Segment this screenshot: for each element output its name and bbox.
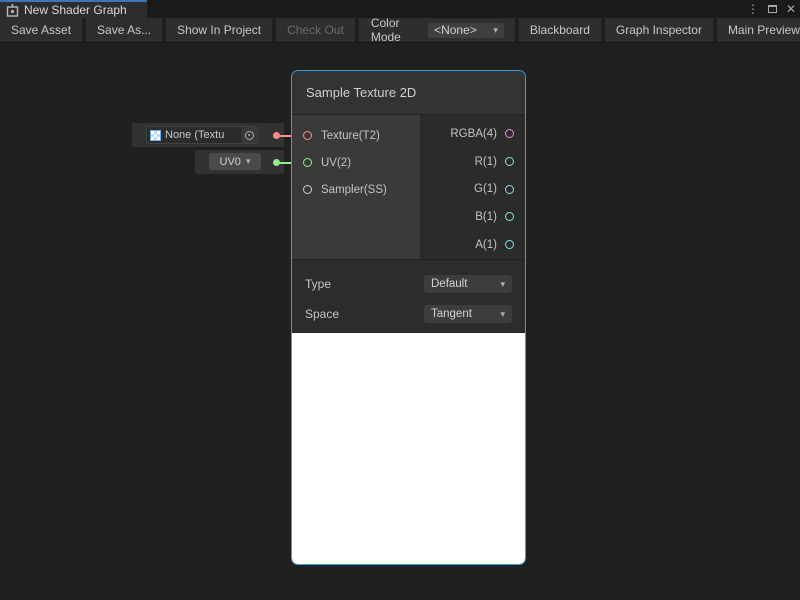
chevron-down-icon: ▾ — [500, 280, 505, 289]
node-controls-section: Type Default ▾ Space Tangent ▾ — [292, 260, 525, 333]
type-label: Type — [305, 277, 331, 291]
tab-label: New Shader Graph — [24, 3, 127, 17]
space-label: Space — [305, 307, 339, 321]
shader-graph-window: New Shader Graph ⋮ ✕ Save Asset Save As.… — [0, 0, 800, 600]
output-ports-column: RGBA(4) R(1) G(1) B(1) — [420, 115, 525, 259]
port-label: G(1) — [474, 183, 497, 195]
output-port-g[interactable] — [505, 185, 514, 194]
graph-canvas[interactable]: None (Textu UV0 ▾ Sample Texture 2D — [0, 43, 800, 600]
space-value: Tangent — [431, 308, 472, 320]
blackboard-button[interactable]: Blackboard — [519, 18, 601, 42]
texture-object-value: None (Textu — [165, 129, 240, 141]
texture-input-widget: None (Textu — [132, 123, 284, 147]
color-mode-label: Color Mode — [371, 16, 419, 44]
show-in-project-button[interactable]: Show In Project — [166, 18, 272, 42]
tab-new-shader-graph[interactable]: New Shader Graph — [0, 0, 147, 18]
type-value: Default — [431, 278, 467, 290]
output-port-row: R(1) — [420, 148, 525, 176]
input-port-sampler[interactable] — [303, 185, 312, 194]
node-preview — [292, 333, 525, 564]
port-label: Sampler(SS) — [321, 184, 387, 196]
port-label: RGBA(4) — [450, 128, 497, 140]
check-out-button: Check Out — [276, 18, 355, 42]
output-port-row: B(1) — [420, 203, 525, 231]
input-port-row: Sampler(SS) — [292, 176, 420, 203]
space-dropdown[interactable]: Tangent ▾ — [424, 305, 512, 323]
graph-inspector-button[interactable]: Graph Inspector — [605, 18, 713, 42]
output-port-r[interactable] — [505, 157, 514, 166]
port-label: B(1) — [475, 211, 497, 223]
window-controls: ⋮ ✕ — [747, 0, 796, 18]
input-port-uv[interactable] — [303, 158, 312, 167]
port-label: UV(2) — [321, 157, 351, 169]
save-as-button[interactable]: Save As... — [86, 18, 162, 42]
close-icon[interactable]: ✕ — [786, 0, 796, 18]
save-asset-button[interactable]: Save Asset — [0, 18, 82, 42]
toolbar: Save Asset Save As... Show In Project Ch… — [0, 18, 800, 43]
object-picker-button[interactable] — [240, 127, 257, 143]
output-port-b[interactable] — [505, 212, 514, 221]
port-label: Texture(T2) — [321, 130, 380, 142]
color-mode-value: <None> — [434, 23, 477, 37]
chevron-down-icon: ▾ — [493, 26, 498, 35]
toolbar-right-group: Color Mode <None> ▾ Blackboard Graph Ins… — [359, 18, 800, 42]
more-menu-icon[interactable]: ⋮ — [747, 0, 759, 18]
type-dropdown[interactable]: Default ▾ — [424, 275, 512, 293]
chevron-down-icon: ▾ — [500, 310, 505, 319]
input-port-row: UV(2) — [292, 149, 420, 176]
node-ports-section: Texture(T2) UV(2) Sampler(SS) RGBA(4) — [292, 115, 525, 260]
maximize-icon[interactable] — [768, 5, 777, 13]
uv-channel-dropdown[interactable]: UV0 ▾ — [209, 153, 261, 170]
main-preview-button[interactable]: Main Preview — [717, 18, 800, 42]
sample-texture-2d-node[interactable]: Sample Texture 2D Texture(T2) UV(2) Samp… — [291, 70, 526, 565]
output-port-row: A(1) — [420, 231, 525, 259]
port-label: R(1) — [475, 156, 497, 168]
output-port-row: G(1) — [420, 175, 525, 203]
output-port-row: RGBA(4) — [420, 120, 525, 148]
object-picker-icon — [245, 131, 254, 140]
uv-channel-value: UV0 — [220, 156, 241, 168]
texture-object-field[interactable]: None (Textu — [146, 126, 258, 144]
node-title[interactable]: Sample Texture 2D — [292, 71, 525, 115]
shader-graph-asset-icon — [6, 4, 19, 17]
color-mode-dropdown[interactable]: <None> ▾ — [427, 22, 505, 39]
output-port-a[interactable] — [505, 240, 514, 249]
type-control-row: Type Default ▾ — [292, 269, 525, 299]
texture-thumbnail-icon — [150, 130, 161, 141]
output-port-rgba[interactable] — [505, 129, 514, 138]
space-control-row: Space Tangent ▾ — [292, 299, 525, 329]
port-label: A(1) — [475, 239, 497, 251]
input-ports-column: Texture(T2) UV(2) Sampler(SS) — [292, 115, 420, 259]
color-mode-group: Color Mode <None> ▾ — [359, 18, 515, 42]
uv-input-widget: UV0 ▾ — [195, 150, 284, 174]
input-port-texture[interactable] — [303, 131, 312, 140]
chevron-down-icon: ▾ — [246, 157, 251, 166]
input-port-row: Texture(T2) — [292, 122, 420, 149]
